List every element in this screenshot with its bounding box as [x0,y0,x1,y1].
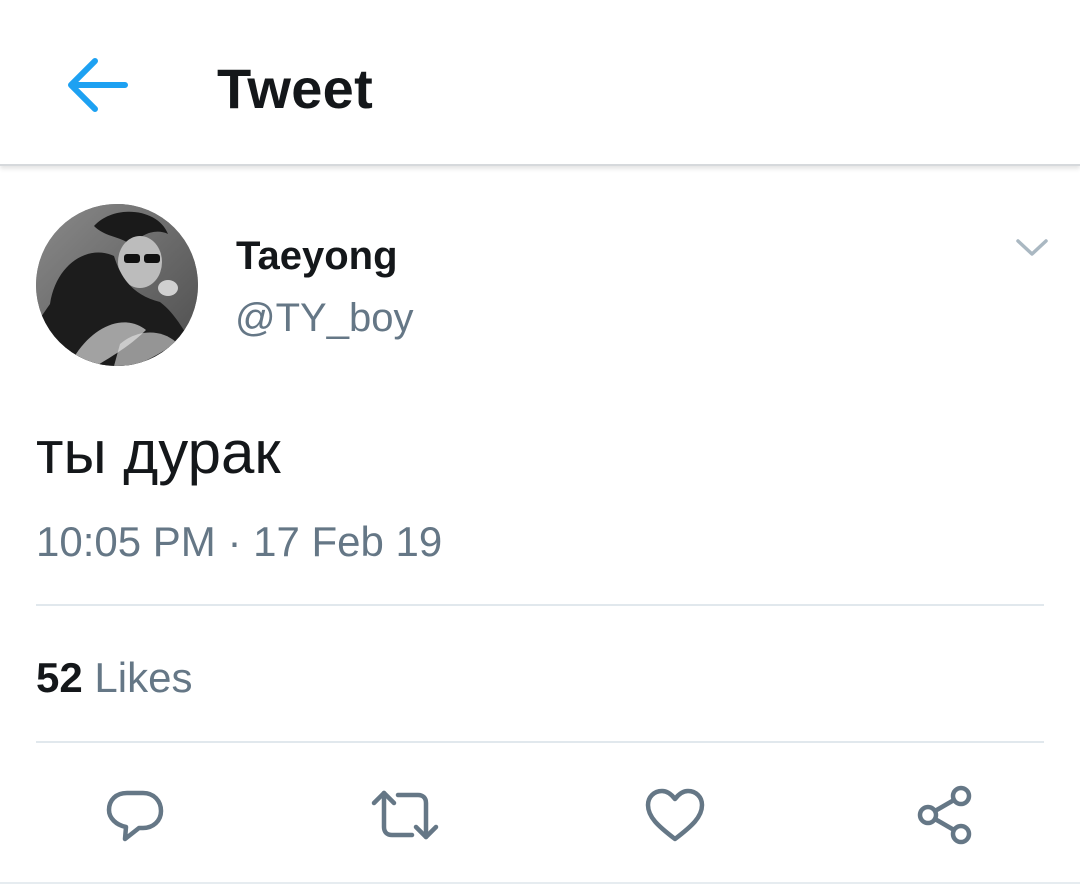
tweet-timestamp[interactable]: 10:05 PM · 17 Feb 19 [36,518,442,566]
arrow-left-icon [68,58,128,112]
heart-icon [645,788,705,842]
chevron-down-icon [1016,239,1048,256]
author-display-name[interactable]: Taeyong [236,234,398,279]
avatar[interactable] [36,204,198,366]
page-title: Tweet [217,57,374,120]
retweet-button[interactable] [370,780,440,850]
author-handle[interactable]: @TY_boy [235,296,413,341]
divider [36,604,1044,606]
reply-button[interactable] [100,780,170,850]
share-icon [917,785,972,845]
tweet-text: ты дурак [36,419,281,486]
share-button[interactable] [910,780,980,850]
likes-stat[interactable]: 52 Likes [36,654,192,702]
likes-label: Likes [94,654,193,701]
reply-icon [106,790,164,842]
divider [36,741,1044,743]
avatar-photo [36,204,198,366]
top-app-bar: Tweet [0,0,1080,166]
likes-count: 52 [36,654,83,701]
back-button[interactable] [58,50,134,120]
divider [0,882,1080,884]
tweet-menu-button[interactable] [1010,228,1054,268]
like-button[interactable] [640,780,710,850]
retweet-icon [371,790,439,840]
